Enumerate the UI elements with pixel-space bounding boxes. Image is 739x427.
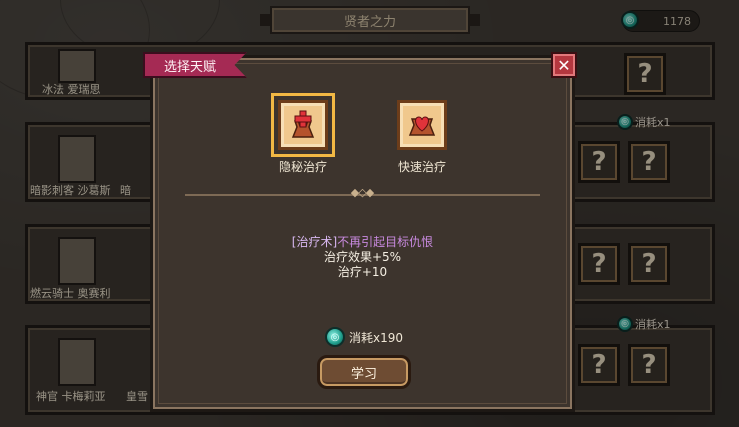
learn-button-label: 学习: [350, 366, 377, 382]
description-line-1: [治疗术]不再引起目标仇恨: [200, 235, 525, 250]
dialog-title-tag: 选择天赋: [143, 52, 247, 78]
close-button[interactable]: ✕: [551, 52, 577, 78]
divider-ornament-icon: ◆◇◆: [350, 186, 374, 199]
talent-description: [治疗术]不再引起目标仇恨 治疗效果+5% 治疗+10: [200, 235, 525, 280]
talent-option-hidden-heal[interactable]: 隐秘治疗: [271, 93, 335, 175]
skill-tag: [治疗术]: [291, 235, 338, 249]
learn-cost-text: 消耗x190: [349, 330, 404, 345]
talent-label: 快速治疗: [397, 160, 446, 174]
healing-hands-icon: [271, 93, 335, 157]
heart-hands-glyph: [408, 116, 436, 136]
description-line-2: 治疗效果+5%: [323, 250, 402, 264]
close-icon: ✕: [557, 55, 571, 75]
heart-hands-icon: [397, 100, 447, 150]
learn-button[interactable]: 学习: [317, 355, 411, 389]
talent-option-quick-heal[interactable]: 快速治疗: [392, 100, 452, 175]
description-line-3: 治疗+10: [337, 265, 388, 279]
learn-cost: ◎ 消耗x190: [325, 327, 403, 347]
healing-hands-glyph: [291, 110, 315, 138]
skill-effect: 不再引起目标仇恨: [337, 235, 434, 249]
talent-label: 隐秘治疗: [278, 160, 327, 174]
gem-icon: ◎: [325, 327, 345, 347]
